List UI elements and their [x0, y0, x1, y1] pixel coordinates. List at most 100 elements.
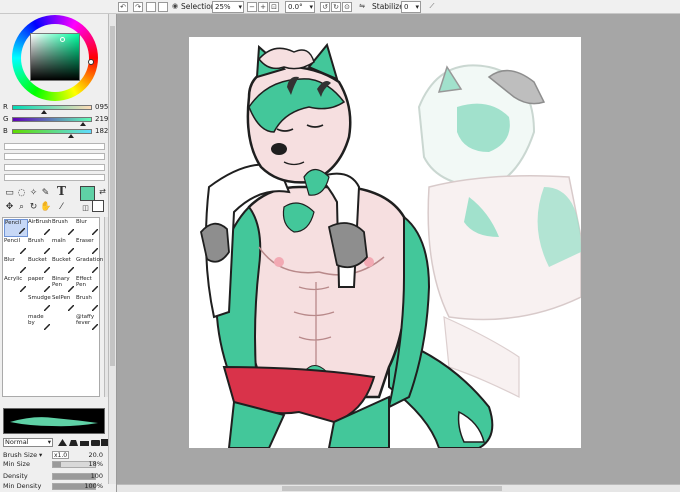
hand-icon[interactable]: ✋: [40, 202, 51, 213]
red-slider-handle[interactable]: [40, 110, 47, 114]
tool-slot[interactable]: Acrylic: [4, 276, 28, 294]
pen-icon: [91, 285, 99, 293]
min-density-row: Min Density 100%: [2, 482, 115, 491]
lasso-icon[interactable]: ◌: [16, 188, 27, 199]
move-icon[interactable]: ✥: [4, 202, 15, 213]
empty-slider-1[interactable]: [4, 143, 105, 150]
tool-slot[interactable]: Effect Pen: [76, 276, 100, 294]
tool-slot[interactable]: Binary Pen: [52, 276, 76, 294]
green-slider-handle[interactable]: [79, 122, 86, 126]
line-tool-icon[interactable]: ⟋: [427, 2, 437, 12]
transparent-color-icon[interactable]: ◫: [80, 203, 91, 214]
rotate-right-icon[interactable]: ↻: [331, 2, 341, 12]
drawing-canvas[interactable]: [189, 37, 581, 448]
blue-value[interactable]: 182: [95, 127, 108, 135]
sv-cursor[interactable]: [60, 37, 65, 42]
rotate-icon[interactable]: ↻: [28, 202, 39, 213]
tool-slot[interactable]: [4, 314, 28, 332]
magic-wand-icon[interactable]: ✧: [28, 188, 39, 199]
brush-size-label: Brush Size: [3, 451, 38, 459]
zoom-in-icon[interactable]: +: [258, 2, 268, 12]
selpen-icon: [67, 304, 75, 312]
tool-slot[interactable]: Gradation: [76, 257, 103, 275]
blur-icon: [19, 266, 27, 274]
text-tool-icon[interactable]: T: [56, 185, 67, 197]
background-color-swatch[interactable]: [92, 200, 104, 212]
blue-slider-handle[interactable]: [67, 134, 74, 138]
tool-slot[interactable]: Smudge: [28, 295, 52, 313]
tool-slot[interactable]: maîn: [52, 238, 76, 256]
undo-icon[interactable]: ↶: [118, 2, 128, 12]
zoom-out-icon[interactable]: −: [247, 2, 257, 12]
tool-slot-label: maîn: [52, 238, 66, 244]
flip-horizontal-icon[interactable]: ⇋: [357, 2, 367, 12]
chevron-down-icon[interactable]: ▾: [39, 451, 42, 460]
brush-shape-2-icon[interactable]: [69, 439, 78, 446]
tool-slot[interactable]: SelPen: [52, 295, 76, 313]
canvas-area[interactable]: [117, 14, 680, 484]
tool-slot[interactable]: Pencil: [4, 238, 28, 256]
brush-icon: [43, 323, 51, 331]
tool-slot-label: Brush: [28, 238, 44, 244]
tool-slot[interactable]: Eraser: [76, 238, 100, 256]
selection-visibility-icon[interactable]: ◉: [170, 2, 180, 12]
stabilizer-select[interactable]: 0 ▾: [401, 1, 421, 13]
tool-slot[interactable]: Pencil: [4, 219, 28, 237]
brush-shape-4-icon[interactable]: [91, 439, 100, 446]
empty-slider-4[interactable]: [4, 174, 105, 181]
tool-slot-label: Bucket: [28, 257, 47, 263]
green-value[interactable]: 219: [95, 115, 108, 123]
zoom-icon[interactable]: ⌕: [16, 202, 27, 213]
empty-slider-2[interactable]: [4, 153, 105, 160]
deselect-icon[interactable]: [146, 2, 156, 12]
empty-slider-3[interactable]: [4, 164, 105, 171]
rotation-select[interactable]: 0.0° ▾: [285, 1, 315, 13]
scrollbar-thumb[interactable]: [110, 26, 115, 366]
tool-slot[interactable]: Brush: [28, 238, 52, 256]
hue-marker[interactable]: [88, 59, 94, 65]
rect-select-icon[interactable]: ▭: [4, 188, 15, 199]
brush-size-value[interactable]: 20.0: [89, 451, 103, 460]
eyedropper-icon[interactable]: ⁄: [56, 202, 67, 213]
red-slider[interactable]: [12, 105, 92, 110]
blend-mode-select[interactable]: Normal ▾: [3, 438, 53, 447]
tool-slot[interactable]: [52, 314, 76, 332]
swap-colors-icon[interactable]: ⇄: [97, 186, 108, 197]
tool-slot-label: paper: [28, 276, 44, 282]
select-all-icon[interactable]: [158, 2, 168, 12]
brush-icon: [19, 285, 27, 293]
density-slider[interactable]: [52, 473, 96, 480]
tool-slot[interactable]: Bucket: [52, 257, 76, 275]
canvas-horizontal-scrollbar[interactable]: [117, 484, 680, 492]
tool-slot[interactable]: [4, 295, 28, 313]
tool-slot[interactable]: made by: [28, 314, 52, 332]
redo-icon[interactable]: ↷: [133, 2, 143, 12]
tool-slot[interactable]: Bucket: [28, 257, 52, 275]
brush-shape-1-icon[interactable]: [58, 439, 67, 446]
red-value[interactable]: 095: [95, 103, 108, 111]
smudge-icon: [43, 304, 51, 312]
tool-slot[interactable]: Brush: [76, 295, 100, 313]
rotate-left-icon[interactable]: ↺: [320, 2, 330, 12]
size-multiplier-select[interactable]: x1.0: [52, 451, 70, 459]
scrollbar-thumb[interactable]: [282, 486, 502, 491]
tool-slot[interactable]: Blur: [76, 219, 100, 237]
tool-slot[interactable]: paper: [28, 276, 52, 294]
zoom-select[interactable]: 25% ▾: [212, 1, 244, 13]
tool-slot[interactable]: AirBrush: [28, 219, 52, 237]
foreground-color-swatch[interactable]: [80, 186, 95, 201]
airbrush-icon: [43, 228, 51, 236]
brush-shape-3-icon[interactable]: [80, 439, 89, 446]
tool-slot[interactable]: Blur: [4, 257, 28, 275]
left-panel-scrollbar[interactable]: [108, 14, 116, 484]
saturation-value-square[interactable]: [30, 33, 80, 81]
zoom-reset-icon[interactable]: ⊡: [269, 2, 279, 12]
tool-slot[interactable]: @taffy fever: [76, 314, 100, 332]
rotate-reset-icon[interactable]: ⊙: [342, 2, 352, 12]
selpen-icon[interactable]: ✎: [40, 188, 51, 199]
density-slider-fill: [53, 474, 95, 479]
pencil-icon: [19, 247, 27, 255]
min-density-value: 100%: [84, 482, 103, 490]
blue-slider[interactable]: [12, 129, 92, 134]
tool-slot[interactable]: Brush: [52, 219, 76, 237]
